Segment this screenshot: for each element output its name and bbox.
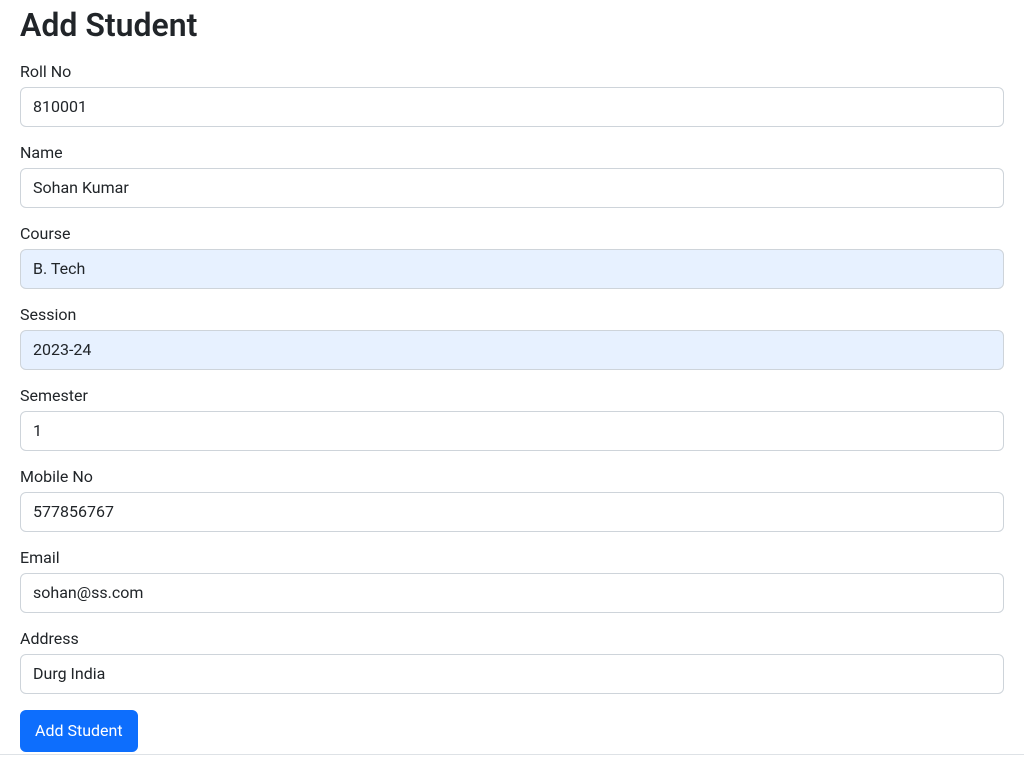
form-group-email: Email <box>20 548 1004 613</box>
form-group-semester: Semester <box>20 386 1004 451</box>
main-container: Add Student Roll No Name Course Session … <box>0 0 1024 752</box>
bottom-divider <box>0 754 1024 755</box>
email-input[interactable] <box>20 573 1004 613</box>
form-group-name: Name <box>20 143 1004 208</box>
name-input[interactable] <box>20 168 1004 208</box>
add-student-button[interactable]: Add Student <box>20 710 138 752</box>
mobile-no-label: Mobile No <box>20 467 1004 486</box>
course-label: Course <box>20 224 1004 243</box>
address-input[interactable] <box>20 654 1004 694</box>
form-group-session: Session <box>20 305 1004 370</box>
semester-label: Semester <box>20 386 1004 405</box>
page-title: Add Student <box>20 6 1004 44</box>
name-label: Name <box>20 143 1004 162</box>
roll-no-input[interactable] <box>20 87 1004 127</box>
course-input[interactable] <box>20 249 1004 289</box>
form-group-address: Address <box>20 629 1004 694</box>
semester-input[interactable] <box>20 411 1004 451</box>
session-label: Session <box>20 305 1004 324</box>
session-input[interactable] <box>20 330 1004 370</box>
email-label: Email <box>20 548 1004 567</box>
form-group-course: Course <box>20 224 1004 289</box>
form-group-mobile-no: Mobile No <box>20 467 1004 532</box>
add-student-form: Roll No Name Course Session Semester Mob… <box>20 62 1004 752</box>
form-group-roll-no: Roll No <box>20 62 1004 127</box>
address-label: Address <box>20 629 1004 648</box>
roll-no-label: Roll No <box>20 62 1004 81</box>
mobile-no-input[interactable] <box>20 492 1004 532</box>
